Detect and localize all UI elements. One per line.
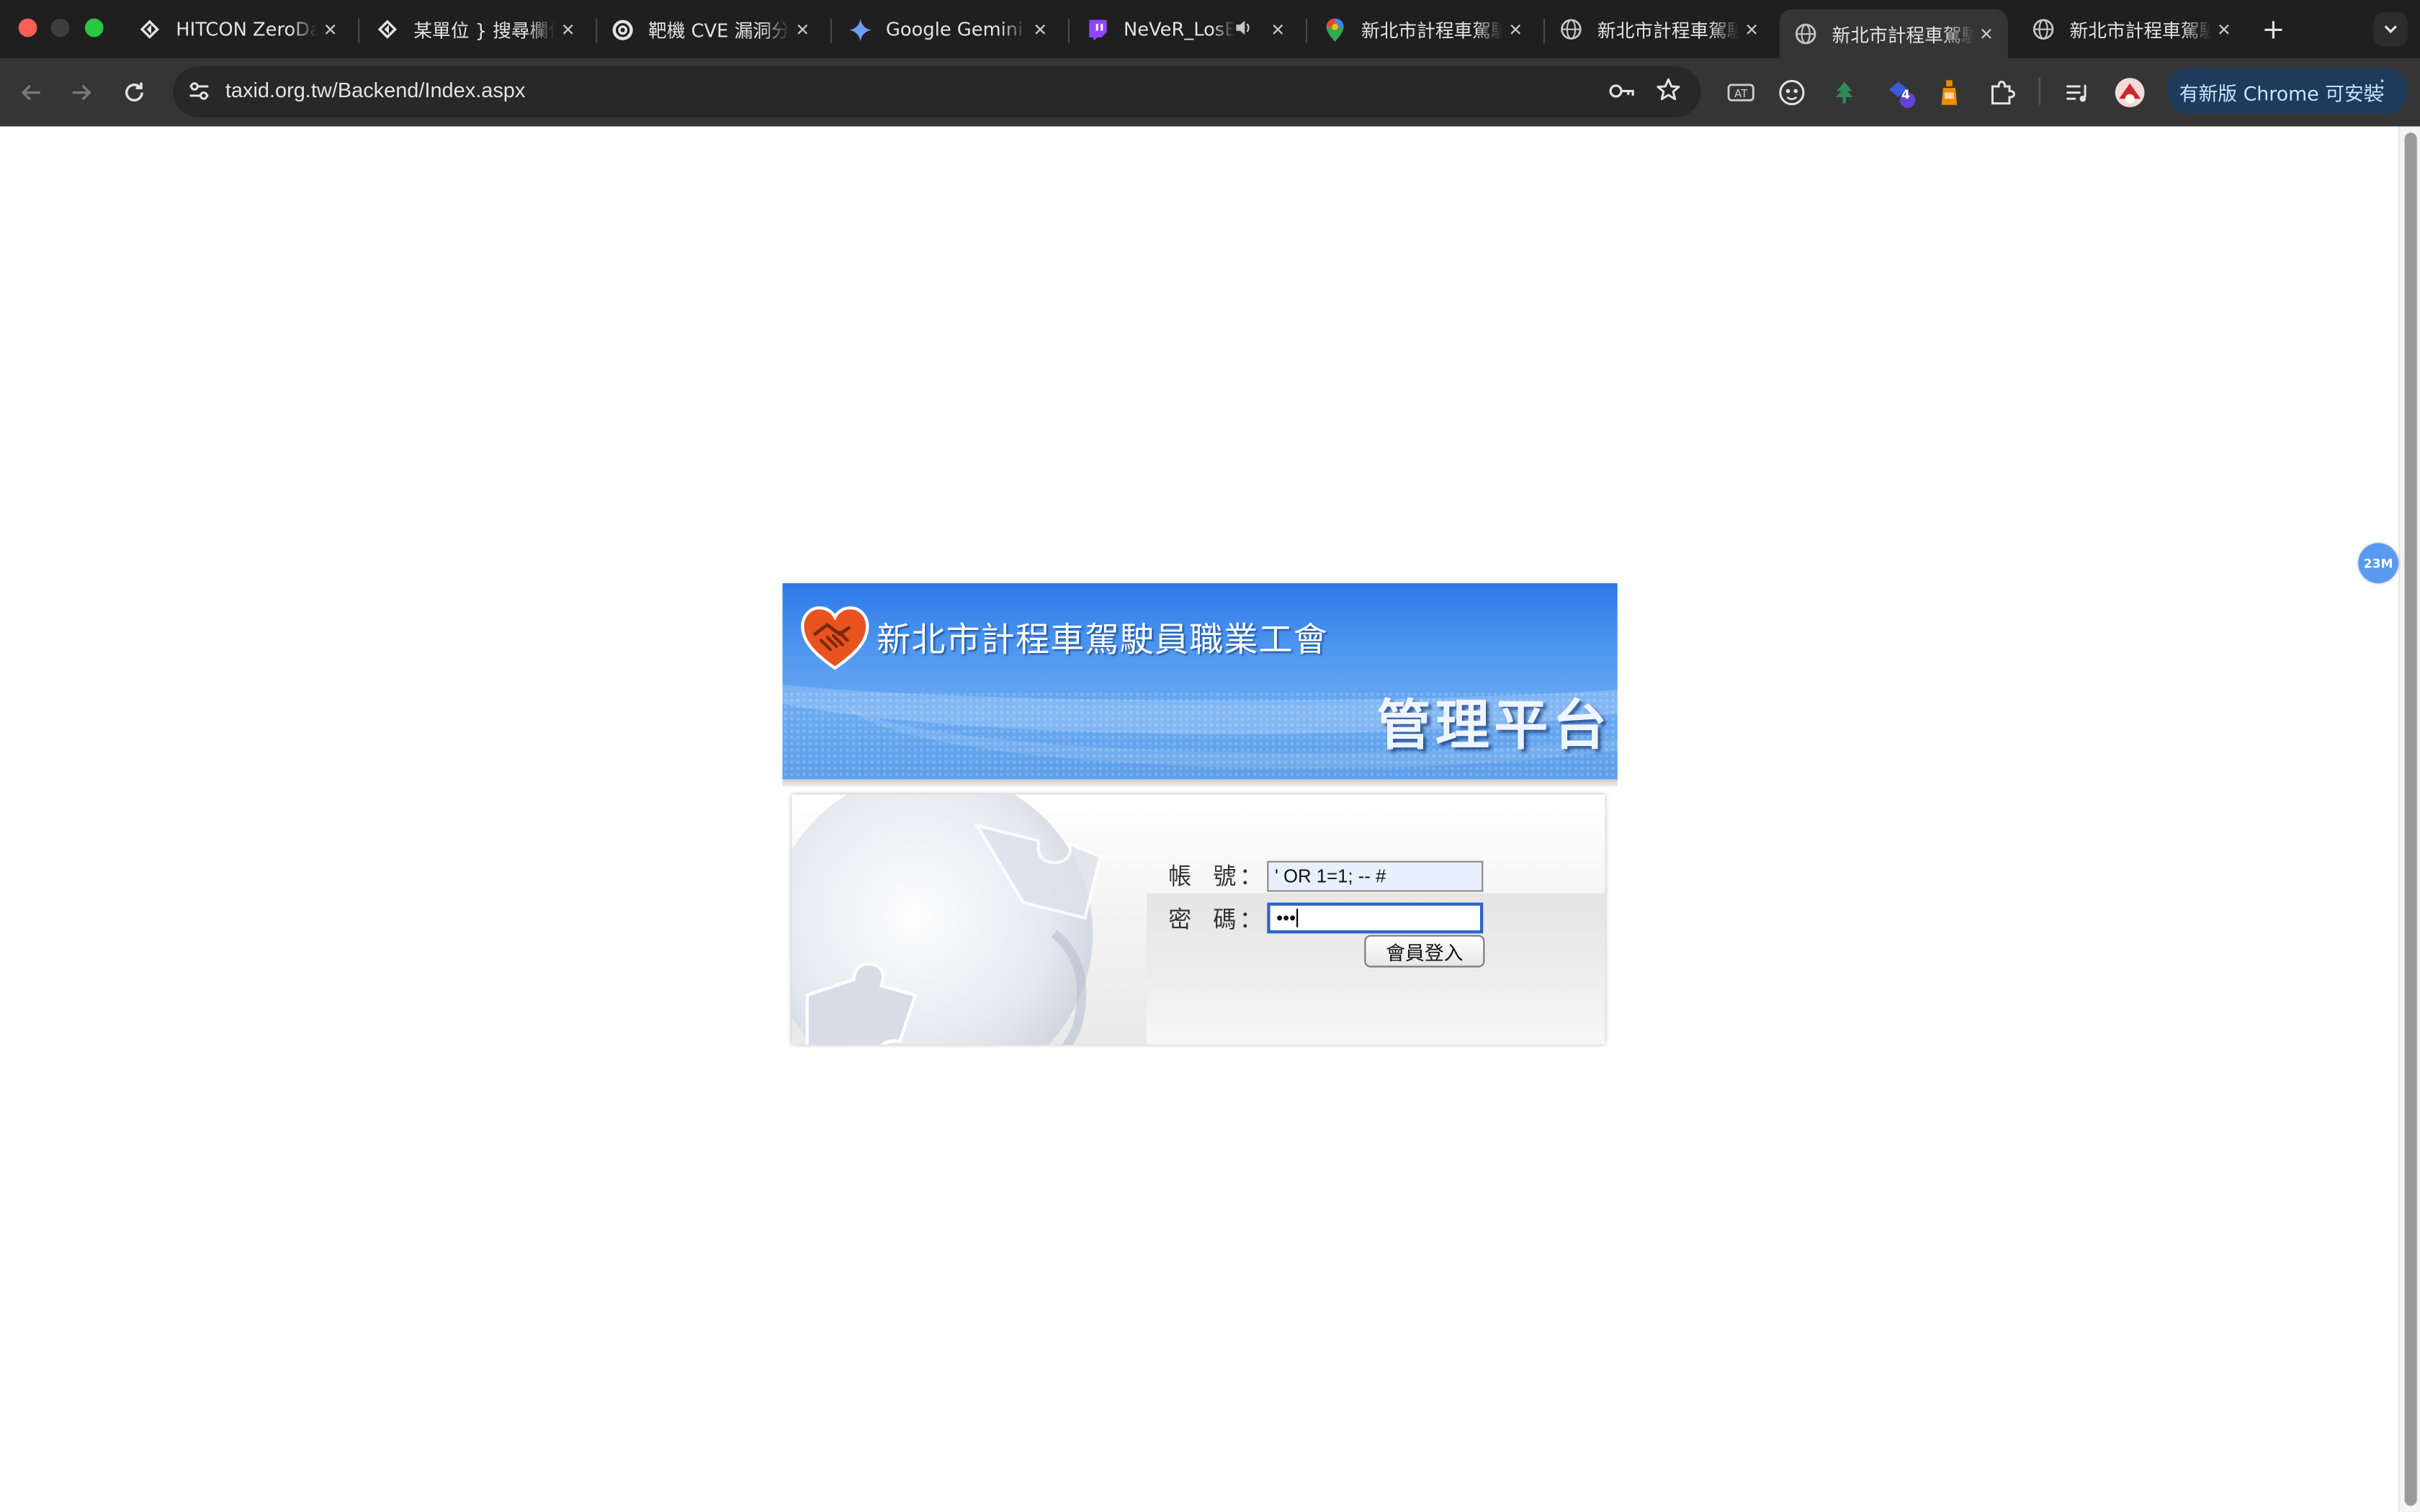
tab-title: 新北市計程車駕駛員 <box>2069 19 2212 41</box>
media-controls-icon[interactable] <box>2059 74 2096 111</box>
maps-pin-icon <box>1322 17 1347 42</box>
toolbar-separator <box>2038 77 2040 105</box>
forward-button[interactable] <box>63 74 100 111</box>
extension-tree-icon[interactable] <box>1826 74 1863 111</box>
account-label-colon: ： <box>1239 862 1263 891</box>
handshake-heart-logo-icon <box>801 606 869 670</box>
url-text: taxid.org.tw/Backend/Index.aspx <box>225 78 526 102</box>
close-tab-icon[interactable]: ✕ <box>1974 22 1999 46</box>
tab-cve-analysis[interactable]: 靶機 CVE 漏洞分析 ✕ <box>596 6 824 53</box>
twitch-icon <box>1085 17 1109 42</box>
tab-hitcon-zeroday[interactable]: HITCON ZeroDay ✕ <box>123 6 351 53</box>
browser-toolbar: taxid.org.tw/Backend/Index.aspx AT 4 有新版… <box>0 58 2420 127</box>
account-input[interactable]: ' OR 1=1; -- # <box>1267 860 1484 892</box>
tab-separator <box>1305 18 1307 43</box>
account-input-value: ' OR 1=1; -- # <box>1275 865 1386 888</box>
tab-taxi-union-2[interactable]: 新北市計程車駕駛員 ✕ <box>1545 6 1773 53</box>
tab-title: 靶機 CVE 漏洞分析 <box>648 19 790 41</box>
chevron-down-icon <box>2384 25 2397 34</box>
close-tab-icon[interactable]: ✕ <box>790 17 815 42</box>
tab-title: 新北市計程車駕駛員 <box>1597 19 1739 41</box>
close-window-button[interactable] <box>18 18 37 37</box>
platform-title: 管理平台 <box>1376 696 1612 758</box>
password-label-colon: ： <box>1239 905 1263 934</box>
close-tab-icon[interactable]: ✕ <box>555 17 580 42</box>
tab-search-field[interactable]: 某單位 } 搜尋欄位 ✕ <box>361 6 589 53</box>
extension-translate-icon[interactable]: AT <box>1722 74 1759 111</box>
vertical-scrollbar[interactable] <box>2398 126 2420 1512</box>
globe-icon <box>1793 22 1818 46</box>
tab-separator <box>1067 18 1070 43</box>
tab-taxi-union-4[interactable]: 新北市計程車駕駛員 ✕ <box>2017 6 2246 53</box>
extensions-puzzle-icon[interactable] <box>1984 74 2020 111</box>
gemini-icon <box>847 17 871 42</box>
back-button[interactable] <box>12 74 49 111</box>
extension-badge-icon[interactable]: 4 <box>1881 74 1918 111</box>
banner-divider <box>782 779 1618 787</box>
text-caret <box>1296 909 1298 927</box>
more-menu-icon[interactable]: ⋮ <box>2372 77 2393 100</box>
profile-avatar[interactable] <box>2111 74 2148 111</box>
tab-separator <box>830 18 832 43</box>
extension-count-badge: 4 <box>1901 88 1910 102</box>
arrow-left-icon <box>21 84 40 101</box>
reload-button[interactable] <box>116 74 153 111</box>
tab-strip: HITCON ZeroDay ✕ 某單位 } 搜尋欄位 ✕ 靶機 CVE 漏洞分… <box>0 0 2420 59</box>
minimize-window-button[interactable] <box>50 18 70 37</box>
chrome-update-button[interactable]: 有新版 Chrome 可安裝 ⋮ <box>2166 68 2408 114</box>
tab-taxi-union-maps[interactable]: 新北市計程車駕駛員 ✕ <box>1309 6 1537 53</box>
browser-window: HITCON ZeroDay ✕ 某單位 } 搜尋欄位 ✕ 靶機 CVE 漏洞分… <box>0 0 2420 1512</box>
puzzle-globe-icon <box>792 794 1103 1045</box>
extension-bottle-icon[interactable] <box>1931 74 1968 111</box>
tab-separator <box>358 18 360 43</box>
site-settings-icon[interactable] <box>187 78 211 109</box>
organization-name: 新北市計程車駕駛員職業工會 <box>877 621 1328 661</box>
tab-title: 某單位 } 搜尋欄位 <box>413 19 556 41</box>
admin-banner: 新北市計程車駕駛員職業工會 管理平台 <box>782 583 1618 781</box>
tab-title: 新北市計程車駕駛員 <box>1361 19 1503 41</box>
arrow-right-icon <box>72 84 91 101</box>
tab-title: NeVeR_LosEr <box>1124 18 1235 40</box>
floating-extension-badge[interactable]: 23M <box>2358 543 2398 583</box>
password-input-value: ••• <box>1276 907 1296 929</box>
close-tab-icon[interactable]: ✕ <box>318 17 342 42</box>
bookmark-star-icon[interactable] <box>1656 77 1680 108</box>
close-tab-icon[interactable]: ✕ <box>1265 17 1290 42</box>
login-panel: 帳號 ： ' OR 1=1; -- # 密碼 ： ••• 會員登入 <box>792 794 1605 1045</box>
svg-text:AT: AT <box>1734 87 1748 100</box>
tab-search-button[interactable] <box>2373 12 2408 47</box>
password-input[interactable]: ••• <box>1267 902 1484 934</box>
new-tab-button[interactable]: + <box>2257 12 2290 46</box>
tab-google-gemini[interactable]: Google Gemini ✕ <box>833 6 1062 53</box>
close-tab-icon[interactable]: ✕ <box>1028 17 1052 42</box>
password-key-icon[interactable] <box>1608 78 1636 109</box>
close-tab-icon[interactable]: ✕ <box>2212 17 2236 42</box>
audio-playing-icon[interactable] <box>1234 18 1256 41</box>
hitcon-icon <box>375 17 400 42</box>
update-button-label: 有新版 Chrome 可安裝 <box>2179 81 2383 104</box>
chatgpt-icon <box>609 17 634 42</box>
close-tab-icon[interactable]: ✕ <box>1739 17 1764 42</box>
tab-twitch-stream[interactable]: NeVeR_LosEr ✕ <box>1071 6 1299 53</box>
tab-title: 新北市計程車駕駛員 <box>1832 24 1974 46</box>
close-tab-icon[interactable]: ✕ <box>1503 17 1528 42</box>
globe-icon <box>1559 17 1583 42</box>
extension-dog-icon[interactable] <box>1773 74 1810 111</box>
globe-icon <box>2031 17 2056 42</box>
reload-icon <box>125 82 143 102</box>
address-bar[interactable]: taxid.org.tw/Backend/Index.aspx <box>173 66 1701 117</box>
zoom-window-button[interactable] <box>84 18 104 37</box>
scrollbar-thumb[interactable] <box>2404 132 2417 1506</box>
hitcon-icon <box>138 17 162 42</box>
tab-taxi-union-active[interactable]: 新北市計程車駕駛員 ✕ <box>1779 9 2008 59</box>
tab-title: HITCON ZeroDay <box>176 18 318 40</box>
tab-title: Google Gemini <box>886 18 1023 40</box>
member-login-button[interactable]: 會員登入 <box>1364 935 1485 968</box>
